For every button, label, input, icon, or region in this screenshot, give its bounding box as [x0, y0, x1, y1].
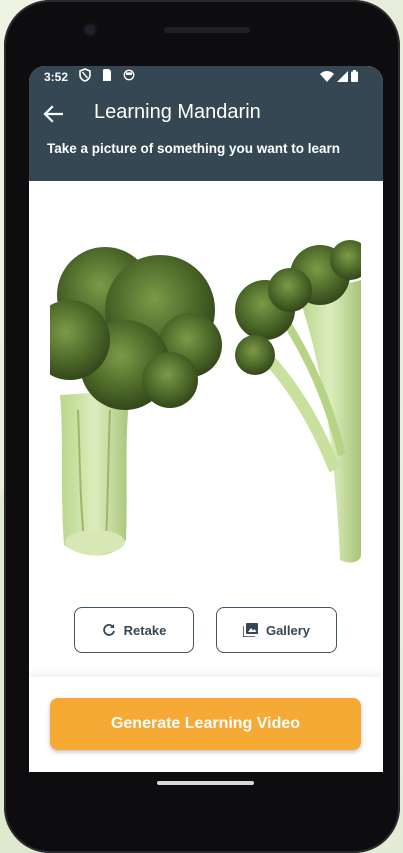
cell-signal-icon	[337, 70, 348, 82]
retake-label: Retake	[123, 622, 167, 638]
front-camera	[85, 25, 95, 35]
back-arrow-icon[interactable]	[42, 103, 66, 125]
refresh-icon	[102, 624, 115, 636]
page-subtitle: Take a picture of something you want to …	[47, 141, 341, 156]
wifi-icon	[320, 70, 334, 82]
home-gesture-bar[interactable]	[157, 781, 254, 785]
phone-frame: 3:52 Learning Mandarin Take a picture of…	[4, 0, 400, 853]
photo-actions: Retake Gallery	[29, 607, 383, 655]
app-screen: 3:52 Learning Mandarin Take a picture of…	[29, 66, 383, 772]
image-gallery-icon	[242, 623, 258, 637]
gallery-label: Gallery	[265, 622, 311, 638]
earpiece-speaker	[164, 27, 250, 33]
page-title: Learning Mandarin	[94, 101, 261, 123]
sim-card-icon	[103, 69, 111, 81]
status-icons-right	[320, 70, 358, 82]
battery-icon	[351, 70, 358, 82]
status-time: 3:52	[44, 70, 69, 84]
captured-photo	[50, 240, 361, 580]
generate-learning-video-button[interactable]: Generate Learning Video	[50, 698, 361, 750]
gallery-button[interactable]: Gallery	[216, 607, 337, 653]
retake-button[interactable]: Retake	[74, 607, 194, 653]
app-header: 3:52 Learning Mandarin Take a picture of…	[29, 66, 383, 181]
status-icons-left	[79, 68, 135, 82]
broccoli-photo	[50, 240, 361, 563]
shield-icon	[79, 68, 91, 82]
status-bar: 3:52	[29, 66, 383, 88]
app-status-icon	[123, 69, 135, 81]
